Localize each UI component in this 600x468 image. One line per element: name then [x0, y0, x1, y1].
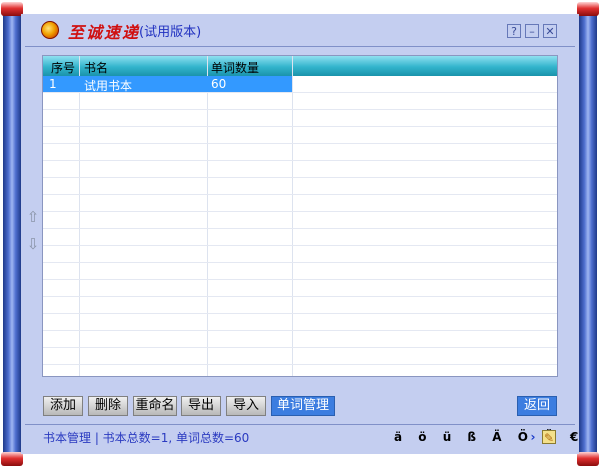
close-icon[interactable]: ✕ [543, 24, 557, 38]
table-row[interactable] [43, 76, 292, 92]
status-separator [25, 424, 575, 425]
down-arrow-icon[interactable]: ⇩ [26, 236, 40, 252]
delete-button[interactable]: 删除 [88, 396, 128, 416]
help-icon[interactable]: ? [507, 24, 521, 38]
row-line [43, 109, 557, 110]
row-line [43, 262, 557, 263]
row-line [43, 160, 557, 161]
logo-icon [41, 21, 59, 39]
left-rod-bottom-knob [1, 452, 23, 466]
import-button[interactable]: 导入 [226, 396, 266, 416]
word-manage-button[interactable]: 单词管理 [271, 396, 335, 416]
row-line [43, 211, 557, 212]
row-index-cell[interactable]: 1 [49, 77, 57, 91]
row-line [43, 330, 557, 331]
row-line [43, 296, 557, 297]
row-line [43, 347, 557, 348]
table-header [43, 56, 557, 76]
column-divider [292, 56, 293, 376]
export-button[interactable]: 导出 [181, 396, 221, 416]
left-rod-top-knob [1, 2, 23, 16]
column-divider [79, 56, 80, 376]
title-separator [25, 46, 575, 47]
row-line [43, 245, 557, 246]
row-line [43, 279, 557, 280]
header-name[interactable]: 书名 [84, 59, 108, 76]
back-button[interactable]: 返回 [517, 396, 557, 416]
column-divider [207, 56, 208, 376]
right-scroll-rod [579, 14, 597, 454]
row-name-cell[interactable]: 试用书本 [84, 77, 132, 94]
row-line [43, 177, 557, 178]
row-line [43, 228, 557, 229]
row-line [43, 143, 557, 144]
right-rod-bottom-knob [577, 452, 599, 466]
app-brand: 至诚速递 [68, 23, 141, 42]
row-line [43, 313, 557, 314]
right-rod-top-knob [577, 2, 599, 16]
row-line [43, 194, 557, 195]
book-table[interactable]: 序号 书名 单词数量 1 试用书本 60 [42, 55, 558, 377]
left-scroll-rod [3, 14, 21, 454]
row-line [43, 126, 557, 127]
header-count[interactable]: 单词数量 [211, 59, 259, 76]
edit-icon[interactable]: ✎ [542, 430, 556, 445]
add-button[interactable]: 添加 [43, 396, 83, 416]
up-arrow-icon[interactable]: ⇧ [26, 209, 40, 225]
header-index[interactable]: 序号 [51, 59, 75, 76]
row-count-cell[interactable]: 60 [211, 77, 226, 91]
status-text: 书本管理 | 书本总数=1, 单词总数=60 [43, 431, 250, 445]
next-icon[interactable]: › [526, 430, 540, 444]
app-subtitle: (试用版本) [139, 25, 202, 40]
rename-button[interactable]: 重命名 [133, 396, 177, 416]
row-line [43, 364, 557, 365]
minimize-icon[interactable]: – [525, 24, 539, 38]
